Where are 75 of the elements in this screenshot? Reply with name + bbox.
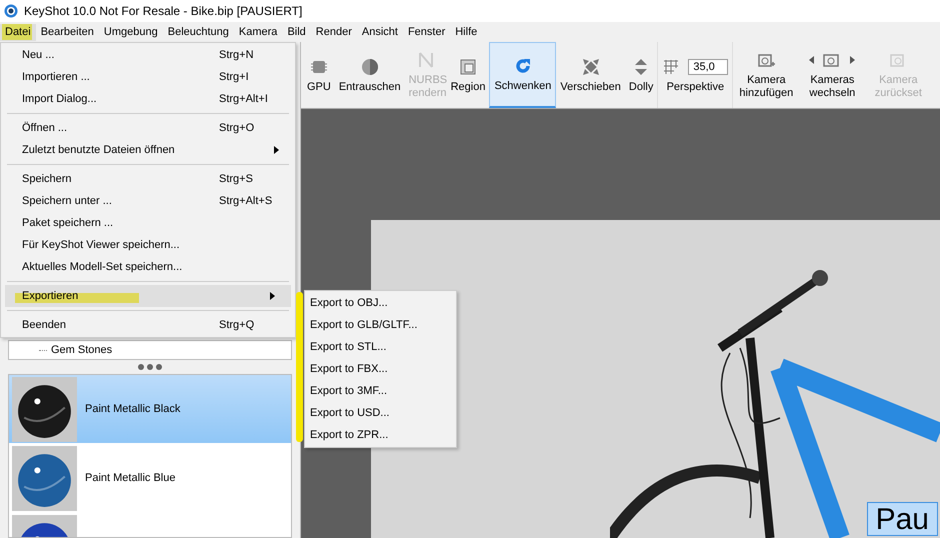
material-item[interactable]: Paint Metallic Black [9, 375, 291, 444]
menu-item[interactable]: Render [310, 24, 357, 40]
menu-item[interactable]: Bild [282, 24, 311, 40]
menu-item-label: Paket speichern ... [22, 217, 114, 229]
menu-item-label: Import Dialog... [22, 93, 97, 105]
toolbar-button[interactable]: Region [446, 42, 490, 108]
focal-length-field[interactable]: 35,0 [688, 58, 728, 75]
menu-item-label: Zuletzt benutzte Dateien öffnen [22, 144, 175, 156]
move-icon [582, 58, 600, 76]
menu-item[interactable]: Hilfe [450, 24, 482, 40]
rotate-icon [514, 57, 532, 76]
menu-item[interactable]: Export to FBX... [305, 358, 456, 380]
grid-icon [662, 58, 680, 76]
shortcut-label: Strg+O [219, 122, 254, 134]
menu-item[interactable]: Export to STL... [305, 336, 456, 358]
menu-item[interactable]: Beleuchtung [162, 24, 234, 40]
menu-item[interactable]: Bearbeiten [36, 24, 99, 40]
menu-item[interactable]: Beenden Strg+Q [1, 314, 295, 336]
toolbar-button[interactable]: Entrauschen [334, 42, 405, 108]
menu-item[interactable]: Export to ZPR... [305, 424, 456, 446]
menu-item-label: Aktuelles Modell-Set speichern... [22, 261, 182, 273]
shortcut-label: Strg+Q [219, 319, 254, 331]
status-label: Pau [866, 502, 938, 536]
menu-item-label: Öffnen ... [22, 122, 68, 134]
shortcut-label: Strg+Alt+I [219, 93, 268, 105]
highlighter-mark [2, 24, 32, 40]
menu-item[interactable]: Speichern Strg+S [1, 168, 295, 190]
shortcut-label: Strg+S [219, 173, 253, 185]
toolbar-button[interactable]: 35,0 Perspektive [657, 42, 732, 108]
menu-item[interactable]: Speichern unter ... Strg+Alt+S [1, 190, 295, 212]
toolbar-button[interactable]: Kameras wechseln [799, 42, 866, 108]
menu-item[interactable]: Ansicht [356, 24, 403, 40]
shortcut-label: Strg+N [219, 49, 254, 61]
menu-item[interactable]: Importieren ... Strg+I [1, 66, 295, 88]
material-name: Paint Metallic Blue [85, 472, 176, 484]
menu-item-label: Speichern [22, 173, 72, 185]
menu-item[interactable]: Umgebung [98, 24, 163, 40]
menu-item[interactable]: Export to GLB/GLTF... [305, 314, 456, 336]
toolbar-button[interactable]: GPU [303, 42, 335, 108]
menu-item-label: Exportieren [22, 290, 78, 302]
menu-item-label: Neu ... [22, 49, 54, 61]
shortcut-label: Strg+Alt+S [219, 195, 272, 207]
tree-item[interactable]: Gem Stones [51, 344, 112, 356]
menu-item[interactable]: Aktuelles Modell-Set speichern... [1, 256, 295, 278]
region-icon [459, 58, 478, 76]
material-name: Paint Metallic Black [85, 403, 180, 415]
menu-item[interactable]: Öffnen ... Strg+O [1, 117, 295, 139]
menu-item-label: Beenden [22, 319, 66, 331]
menu-item[interactable]: Fenster [402, 24, 450, 40]
toolbar-button[interactable]: Kamera hinzufügen [732, 42, 800, 108]
menu-item[interactable]: Neu ... Strg+N [1, 44, 295, 66]
app-logo-icon [4, 4, 18, 18]
menu-item-label: Importieren ... [22, 71, 90, 83]
menu-item[interactable]: Kamera [234, 24, 282, 40]
submenu-arrow-icon [274, 146, 279, 154]
curve-icon [416, 51, 435, 70]
window-title: KeyShot 10.0 Not For Resale - Bike.bip [PAUSIERT] [24, 4, 302, 18]
menu-item[interactable]: Datei [0, 24, 36, 40]
shortcut-label: Strg+I [219, 71, 249, 83]
submenu-arrow-icon [270, 292, 275, 300]
sphere-icon [360, 58, 379, 76]
menu-item[interactable]: Export to USD... [305, 402, 456, 424]
menu-item-label: Speichern unter ... [22, 195, 112, 207]
menu-item[interactable]: Zuletzt benutzte Dateien öffnen [1, 139, 295, 161]
menu-item[interactable]: Paket speichern ... [1, 212, 295, 234]
toolbar-button[interactable]: Dolly [624, 42, 658, 108]
menu-item[interactable]: Import Dialog... Strg+Alt+I [1, 88, 295, 110]
menu-item[interactable]: Für KeyShot Viewer speichern... [1, 234, 295, 256]
toolbar-button[interactable]: Verschieben [556, 42, 625, 108]
toolbar-button[interactable]: Schwenken [489, 42, 556, 108]
menu-item[interactable]: Exportieren [5, 285, 291, 307]
menu-item[interactable]: Export to 3MF... [305, 380, 456, 402]
menu-item-label: Für KeyShot Viewer speichern... [22, 239, 180, 251]
menu-item[interactable]: Export to OBJ... [305, 292, 456, 314]
material-item[interactable]: Paint Metallic Blue [9, 444, 291, 513]
